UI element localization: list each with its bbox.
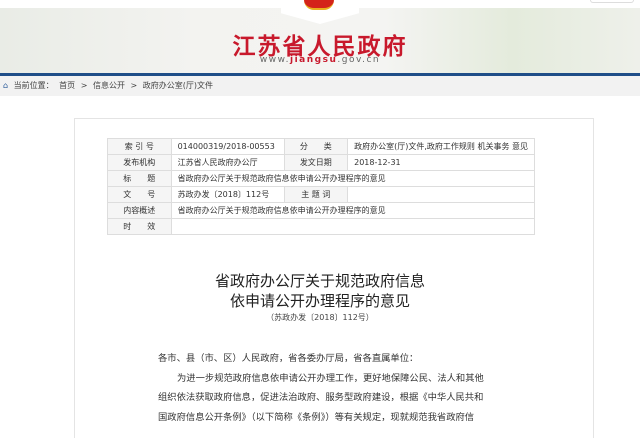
article-title-line2: 依申请公开办理程序的意见 <box>229 292 410 310</box>
breadcrumb-separator: > <box>130 81 138 90</box>
docno-label: 文 号 <box>107 186 172 203</box>
date-label: 发文日期 <box>283 154 349 171</box>
breadcrumb-label: 当前位置： <box>13 81 54 90</box>
category-value: 政府办公室(厅)文件,政府工作规则 机关事务 意见 <box>347 138 535 155</box>
summary-value: 省政府办公厅关于规范政府信息依申请公开办理程序的意见 <box>170 202 536 219</box>
category-label: 分 类 <box>283 138 349 155</box>
docno-value: 苏政办发〔2018〕112号 <box>170 186 285 203</box>
breadcrumb-info-public[interactable]: 信息公开 <box>93 81 125 90</box>
breadcrumb-home[interactable]: 首页 <box>59 81 75 90</box>
table-row: 文 号苏政办发〔2018〕112号主 题 词 <box>107 186 535 203</box>
validity-value <box>170 218 536 235</box>
table-row: 发布机构 江苏省人民政府办公厅 发文日期 2018-12-31 <box>107 154 535 171</box>
title-value: 省政府办公厅关于规范政府信息依申请公开办理程序的意见 <box>170 170 536 187</box>
article-body: 各市、县（市、区）人民政府，省各委办厅局，省各直属单位： 为进一步规范政府信息依… <box>158 349 498 427</box>
home-location-icon: ⌂ <box>3 81 9 90</box>
publisher-value: 江苏省人民政府办公厅 <box>170 154 285 171</box>
article-doc-number: （苏政办发〔2018〕112号） <box>266 313 374 322</box>
keyword-value <box>347 186 535 203</box>
url-brand: jiangsu <box>290 55 338 65</box>
site-url[interactable]: www.jiangsu.gov.cn <box>0 55 640 65</box>
paragraph: 为进一步规范政府信息依申请公开办理工作，更好地保障公民、法人和其他 <box>177 372 484 384</box>
article-title-line1: 省政府办公厅关于规范政府信息 <box>214 272 425 290</box>
table-row: 标 题省政府办公厅关于规范政府信息依申请公开办理程序的意见 <box>107 170 536 187</box>
article-title: 省政府办公厅关于规范政府信息 依申请公开办理程序的意见 <box>0 271 640 311</box>
url-prefix: www. <box>259 55 291 65</box>
index-label: 索 引 号 <box>107 138 172 155</box>
table-row: 索 引 号 014000319/2018-00553 分 类政府办公室(厅)文件,政… <box>107 138 535 155</box>
paragraph: 各市、县（市、区）人民政府，省各委办厅局，省各直属单位： <box>158 353 419 364</box>
top-right-box[interactable] <box>590 0 634 3</box>
date-value: 2018-12-31 <box>347 154 535 171</box>
title-label: 标 题 <box>107 170 172 187</box>
keyword-label: 主 题 词 <box>283 186 349 203</box>
table-row: 内容概述 省政府办公厅关于规范政府信息依申请公开办理程序的意见 <box>107 202 536 219</box>
index-value: 014000319/2018-00553 <box>170 138 285 155</box>
table-row: 时 效 <box>107 218 536 235</box>
url-suffix: .gov.cn <box>337 55 381 65</box>
validity-label: 时 效 <box>107 218 172 235</box>
breadcrumb-separator: > <box>80 81 88 90</box>
document-meta-table: 索 引 号 014000319/2018-00553 分 类政府办公室(厅)文件,政… <box>107 138 536 235</box>
paragraph: 国政府信息公开条例》（以下简称《条例》）等有关规定，现就规范我省政府信 <box>158 411 475 423</box>
paragraph: 组织依法获取政府信息，促进法治政府、服务型政府建设，根据《中华人民共和 <box>158 392 484 403</box>
publisher-label: 发布机构 <box>107 154 172 171</box>
breadcrumb: ⌂ 当前位置： 首页 > 信息公开 > 政府办公室(厅)文件 <box>0 76 640 96</box>
summary-label: 内容概述 <box>107 202 172 219</box>
breadcrumb-office-docs[interactable]: 政府办公室(厅)文件 <box>143 81 213 90</box>
